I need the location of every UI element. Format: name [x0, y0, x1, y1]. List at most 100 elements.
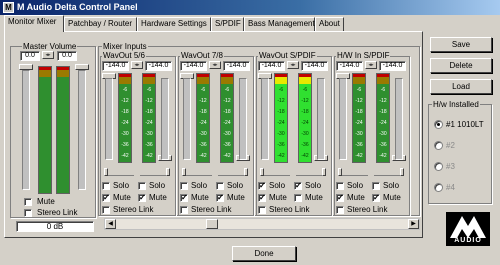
meter-scale-label: -42 [145, 153, 153, 159]
strip-left-value[interactable]: -144.0 [180, 61, 207, 71]
strip-stereo-link-checkbox[interactable] [102, 206, 110, 214]
app-icon: M [3, 2, 14, 13]
meter-scale-label: -42 [277, 153, 285, 159]
logo-text: AUDIO [454, 237, 482, 244]
strip-solo-left-label: Solo [347, 181, 364, 190]
strip-mute-right-checkbox[interactable]: ✓ [372, 194, 380, 202]
master-stereo-link-checkbox[interactable] [24, 209, 32, 217]
tab-spdif[interactable]: S/PDIF [211, 17, 244, 31]
master-right-fader-track[interactable] [78, 70, 86, 190]
strip-left-fader-track[interactable] [339, 78, 347, 160]
strip-mute-right-checkbox[interactable] [294, 194, 302, 202]
scroll-thumb[interactable] [206, 219, 218, 229]
main-window: M M Audio Delta Control Panel Monitor Mi… [0, 0, 500, 265]
tab-bass-management[interactable]: Bass Management [244, 17, 315, 31]
strip-link-arrows[interactable]: ◂▸ [131, 61, 143, 69]
strip-left-value[interactable]: -144.0 [336, 61, 363, 71]
strip-mute-left-checkbox[interactable]: ✓ [102, 194, 110, 202]
hw-radio-1-label: #1 1010LT [446, 120, 484, 129]
strip-solo-right-checkbox[interactable] [138, 182, 146, 190]
strip-mute-left-checkbox[interactable]: ✓ [258, 194, 266, 202]
delete-button[interactable]: Delete [430, 58, 492, 73]
strip-right-value[interactable]: -144.0 [301, 61, 328, 71]
tab-patchbay-router[interactable]: Patchbay / Router [64, 17, 137, 31]
master-link-arrows[interactable]: ◂▸ [42, 51, 54, 59]
meter-scale-label: -30 [121, 131, 129, 137]
meter-scale-label: -30 [223, 131, 231, 137]
meter-scale-label: -18 [121, 109, 129, 115]
tab-about[interactable]: About [315, 17, 344, 31]
meter-scale-label: -12 [379, 98, 387, 104]
tab-hardware-settings[interactable]: Hardware Settings [137, 17, 211, 31]
load-button[interactable]: Load [430, 79, 492, 94]
strip-left-fader-track[interactable] [261, 78, 269, 160]
strip-pan-right-slider[interactable] [218, 168, 248, 176]
hw-radio-3[interactable] [434, 162, 443, 171]
strip-left-fader-track[interactable] [183, 78, 191, 160]
strip-solo-left-checkbox[interactable] [336, 182, 344, 190]
meter-scale-label: -6 [356, 87, 362, 93]
strip-solo-left-checkbox[interactable] [102, 182, 110, 190]
strip-pan-left-slider[interactable] [260, 168, 290, 176]
strip-solo-right-checkbox[interactable]: ✓ [294, 182, 302, 190]
strip-solo-left-label: Solo [269, 181, 286, 190]
strip-solo-right-checkbox[interactable] [372, 182, 380, 190]
save-button[interactable]: Save [430, 37, 492, 52]
hw-radio-4[interactable] [434, 183, 443, 192]
strip-pan-left-slider[interactable] [182, 168, 212, 176]
master-left-fader-track[interactable] [22, 70, 30, 190]
strip-stereo-link-checkbox[interactable] [336, 206, 344, 214]
master-right-value[interactable]: 0.0 [57, 51, 77, 61]
strip-solo-left-checkbox[interactable]: ✓ [258, 182, 266, 190]
strip-right-fader-track[interactable] [161, 78, 169, 160]
done-button[interactable]: Done [232, 246, 296, 261]
mixer-horizontal-scrollbar[interactable]: ◀ ▶ [104, 218, 420, 230]
strip-solo-left-checkbox[interactable] [180, 182, 188, 190]
strip-pan-left-slider[interactable] [338, 168, 368, 176]
strip-link-arrows[interactable]: ◂▸ [287, 61, 299, 69]
strip-mute-left-label: Mute [191, 193, 209, 202]
strip-mute-left-checkbox[interactable]: ✓ [180, 194, 188, 202]
tab-monitor-mixer[interactable]: Monitor Mixer [4, 15, 64, 32]
strip-pan-right-slider[interactable] [374, 168, 404, 176]
strip-stereo-link-label: Stereo Link [269, 205, 310, 214]
strip-left-value[interactable]: -144.0 [258, 61, 285, 71]
strip-mute-left-checkbox[interactable]: ✓ [336, 194, 344, 202]
scroll-left-arrow-icon[interactable]: ◀ [105, 219, 116, 229]
strip-solo-right-label: Solo [149, 181, 166, 190]
strip-stereo-link-checkbox[interactable] [258, 206, 266, 214]
strip-right-value[interactable]: -144.0 [145, 61, 172, 71]
strip-stereo-link-checkbox[interactable] [180, 206, 188, 214]
strip-right-fader-track[interactable] [317, 78, 325, 160]
strip-stereo-link-label: Stereo Link [347, 205, 388, 214]
strip-left-fader-track[interactable] [105, 78, 113, 160]
strip-link-arrows[interactable]: ◂▸ [365, 61, 377, 69]
hw-radio-2[interactable] [434, 141, 443, 150]
strip-mute-left-label: Mute [113, 193, 131, 202]
strip-left-value[interactable]: -144.0 [102, 61, 129, 71]
meter-scale-label: -6 [278, 87, 284, 93]
strip-pan-right-slider[interactable] [296, 168, 326, 176]
scroll-right-arrow-icon[interactable]: ▶ [408, 219, 419, 229]
hw-radio-1[interactable] [434, 120, 443, 129]
master-left-value[interactable]: 0.0 [20, 51, 40, 61]
title-bar[interactable]: M M Audio Delta Control Panel [0, 0, 500, 15]
strip-right-value[interactable]: -144.0 [379, 61, 406, 71]
strip-right-value[interactable]: -144.0 [223, 61, 250, 71]
strip-mute-right-checkbox[interactable]: ✓ [138, 194, 146, 202]
master-mute-checkbox[interactable] [24, 198, 32, 206]
strip-mute-right-label: Mute [149, 193, 167, 202]
window-title: M Audio Delta Control Panel [17, 2, 138, 12]
meter-scale-label: -30 [301, 131, 309, 137]
strip-pan-right-slider[interactable] [140, 168, 170, 176]
strip-right-fader-track[interactable] [395, 78, 403, 160]
strip-name: H/W In S/PDIF [336, 51, 391, 60]
strip-pan-left-slider[interactable] [104, 168, 134, 176]
strip-link-arrows[interactable]: ◂▸ [209, 61, 221, 69]
meter-scale-label: -12 [223, 98, 231, 104]
strip-mute-right-checkbox[interactable]: ✓ [216, 194, 224, 202]
strip-right-fader-track[interactable] [239, 78, 247, 160]
master-volume-label: Master Volume [22, 42, 78, 51]
meter-scale-label: -6 [224, 87, 230, 93]
strip-solo-right-checkbox[interactable] [216, 182, 224, 190]
